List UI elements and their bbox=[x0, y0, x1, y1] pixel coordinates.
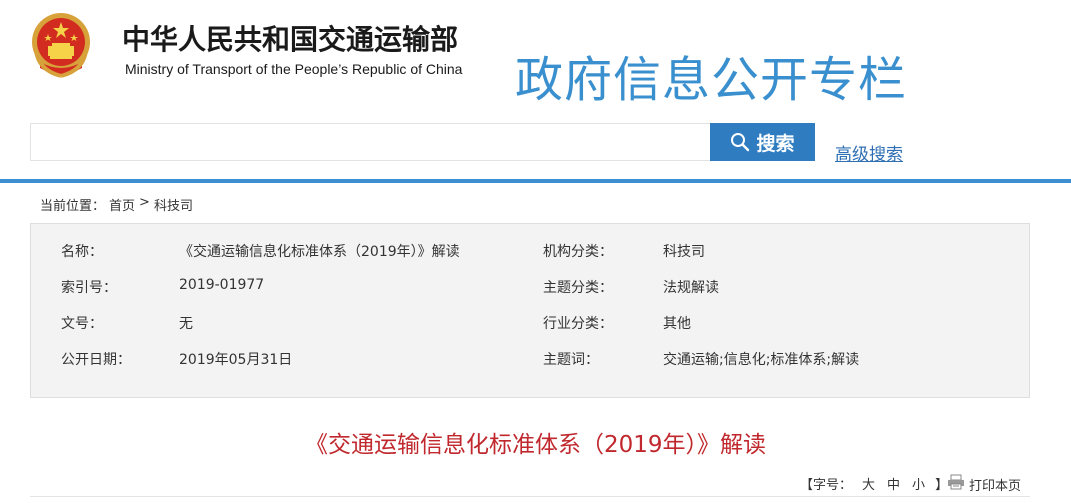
info-row: 索引号： 2019-01977 主题分类： 法规解读 bbox=[31, 277, 1031, 297]
document-info-panel: 名称： 《交通运输信息化标准体系（2019年）》解读 机构分类： 科技司 索引号… bbox=[30, 223, 1030, 398]
print-page-label: 打印本页 bbox=[969, 478, 1022, 494]
info-value-subject-category: 法规解读 bbox=[663, 280, 719, 296]
font-size-small-option[interactable]: 小 bbox=[910, 474, 927, 493]
info-label-keywords: 主题词： bbox=[543, 352, 599, 368]
font-size-medium-option[interactable]: 中 bbox=[885, 474, 902, 493]
search-button-label: 搜索 bbox=[756, 132, 795, 155]
info-label-agency-category: 机构分类： bbox=[543, 244, 613, 260]
info-value-agency-category: 科技司 bbox=[663, 244, 705, 260]
header-divider bbox=[0, 179, 1071, 183]
document-title: 《交通运输信息化标准体系（2019年）》解读 bbox=[304, 432, 767, 458]
info-label-name: 名称： bbox=[61, 244, 103, 260]
info-row: 名称： 《交通运输信息化标准体系（2019年）》解读 机构分类： 科技司 bbox=[31, 241, 1031, 261]
search-icon bbox=[730, 132, 750, 152]
info-row: 公开日期： 2019年05月31日 主题词： 交通运输;信息化;标准体系;解读 bbox=[31, 349, 1031, 369]
ministry-name-en: Ministry of Transport of the People’s Re… bbox=[125, 61, 463, 77]
printer-icon bbox=[947, 474, 965, 494]
content-divider bbox=[30, 496, 1030, 497]
breadcrumb: 当前位置： 首页 > 科技司 bbox=[40, 195, 193, 214]
search-input[interactable] bbox=[30, 123, 710, 161]
info-value-keywords: 交通运输;信息化;标准体系;解读 bbox=[663, 352, 860, 368]
info-label-index-number: 索引号： bbox=[61, 280, 117, 296]
search-button[interactable]: 搜索 bbox=[710, 123, 815, 161]
info-label-subject-category: 主题分类： bbox=[543, 280, 613, 296]
info-label-document-number: 文号： bbox=[61, 316, 103, 332]
column-title: 政府信息公开专栏 bbox=[515, 52, 908, 108]
breadcrumb-current-link[interactable]: 科技司 bbox=[154, 195, 193, 214]
font-size-selector: 【字号： 大 中 小 】 bbox=[800, 474, 948, 493]
info-value-industry-category: 其他 bbox=[663, 316, 691, 332]
font-size-label: 【字号： bbox=[800, 478, 853, 493]
info-row: 文号： 无 行业分类： 其他 bbox=[31, 313, 1031, 333]
info-value-publish-date: 2019年05月31日 bbox=[179, 352, 293, 368]
info-value-index-number: 2019-01977 bbox=[179, 277, 265, 293]
print-page-button[interactable]: 打印本页 bbox=[947, 474, 1021, 494]
advanced-search-link[interactable]: 高级搜索 bbox=[835, 140, 903, 165]
info-label-industry-category: 行业分类： bbox=[543, 316, 613, 332]
breadcrumb-home-link[interactable]: 首页 bbox=[109, 195, 135, 214]
info-label-publish-date: 公开日期： bbox=[61, 352, 131, 368]
national-emblem-logo bbox=[30, 10, 92, 82]
site-header: 中华人民共和国交通运输部 Ministry of Transport of th… bbox=[0, 0, 1071, 180]
info-value-name: 《交通运输信息化标准体系（2019年）》解读 bbox=[179, 244, 460, 260]
info-value-document-number: 无 bbox=[179, 316, 193, 332]
breadcrumb-separator: > bbox=[139, 195, 150, 210]
breadcrumb-prefix: 当前位置： bbox=[40, 199, 106, 214]
ministry-name-cn: 中华人民共和国交通运输部 bbox=[122, 23, 459, 56]
font-size-large-option[interactable]: 大 bbox=[860, 474, 877, 493]
